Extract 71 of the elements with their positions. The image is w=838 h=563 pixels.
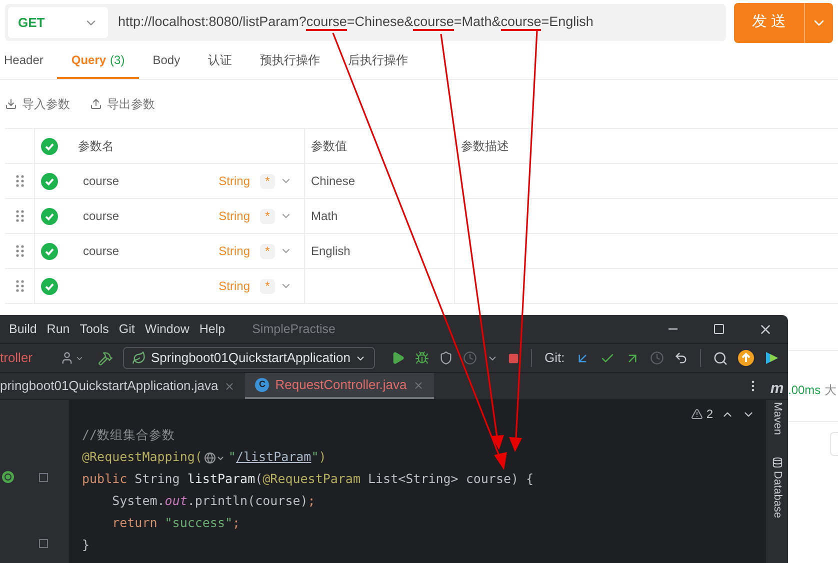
param-value[interactable]: Chinese: [311, 172, 356, 190]
bug-icon[interactable]: [415, 351, 430, 365]
shield-icon[interactable]: [439, 351, 454, 365]
fold-icon[interactable]: [39, 539, 48, 548]
database-icon[interactable]: [772, 457, 782, 468]
warning-count[interactable]: 2: [706, 405, 713, 423]
menu-item[interactable]: Run: [42, 320, 75, 338]
drag-handle-icon[interactable]: [16, 280, 24, 292]
drag-handle-icon[interactable]: [16, 175, 24, 187]
search-icon[interactable]: [712, 350, 728, 366]
hammer-icon[interactable]: [98, 350, 113, 366]
leaf-icon: [132, 351, 146, 365]
column-header: 参数名: [78, 138, 114, 155]
bean-gutter-icon[interactable]: [2, 471, 14, 483]
enabled-checkbox[interactable]: [41, 138, 58, 154]
column-header: 参数描述: [461, 138, 509, 155]
response-time: .00ms: [788, 382, 821, 399]
enabled-checkbox[interactable]: [41, 172, 58, 190]
code-line: System.out.println(course);: [111, 492, 316, 510]
param-value[interactable]: English: [311, 242, 350, 260]
undo-icon[interactable]: [674, 351, 688, 365]
drag-handle-icon[interactable]: [16, 210, 24, 222]
code-line: @RequestMapping( "/listParam"): [82, 448, 326, 466]
git-label: Git:: [544, 349, 565, 368]
tool-window-tab[interactable]: Maven: [768, 402, 786, 436]
code-line: public String listParam(@RequestParam List<String> course) {: [82, 470, 534, 488]
menu-item[interactable]: Git: [114, 320, 140, 338]
code-line: //数组集合参数: [82, 426, 176, 444]
response-size-label: 大: [824, 382, 837, 399]
request-tab[interactable]: Body: [138, 42, 194, 79]
url-input[interactable]: http://localhost:8080/listParam?course=Chinese&course=Math&course=English: [118, 12, 594, 33]
code-line: }: [82, 536, 90, 554]
panel-field[interactable]: [830, 432, 838, 456]
run-icon[interactable]: [391, 351, 406, 365]
fold-icon[interactable]: [39, 473, 48, 482]
code-line: return "success";: [111, 514, 240, 532]
menu-item[interactable]: Window: [140, 320, 194, 338]
file-tab[interactable]: pringboot01QuickstartApplication.java: [0, 373, 246, 399]
breadcrumb[interactable]: troller: [0, 348, 50, 368]
enabled-checkbox[interactable]: [41, 278, 58, 294]
column-header: 参数值: [311, 138, 347, 155]
update-icon[interactable]: [738, 350, 754, 366]
drag-handle-icon[interactable]: [16, 245, 24, 257]
param-value[interactable]: Math: [311, 207, 338, 225]
param-name[interactable]: course: [83, 244, 120, 258]
stop-icon[interactable]: [508, 352, 520, 364]
import-params-button[interactable]: 导入参数: [5, 95, 70, 113]
globe-dropdown-icon[interactable]: [204, 452, 226, 464]
request-tab[interactable]: 预执行操作: [246, 42, 334, 79]
file-tab[interactable]: C RequestController.java: [245, 373, 434, 399]
warning-icon[interactable]: [691, 408, 704, 420]
param-name[interactable]: course: [83, 209, 120, 223]
upload-icon[interactable]: [90, 98, 102, 110]
enabled-checkbox[interactable]: [41, 208, 58, 224]
request-tab[interactable]: 认证: [194, 42, 246, 79]
run-config-select[interactable]: Springboot01QuickstartApplication: [123, 347, 376, 369]
param-name[interactable]: course: [83, 174, 120, 188]
class-badge: C: [255, 378, 270, 392]
menu-item[interactable]: Tools: [74, 320, 114, 338]
request-tab[interactable]: 后执行操作: [334, 42, 422, 79]
users-icon[interactable]: [60, 351, 74, 365]
menu-item[interactable]: Help: [194, 320, 230, 338]
request-tab[interactable]: Header: [0, 42, 58, 79]
maven-logo[interactable]: m: [770, 378, 784, 400]
plugin-logo-icon[interactable]: [764, 350, 780, 366]
project-title: SimplePractise: [252, 320, 336, 338]
download-icon[interactable]: [5, 98, 17, 110]
tool-window-tab[interactable]: Database: [768, 471, 786, 518]
menu-item[interactable]: Build: [0, 320, 42, 338]
export-params-button[interactable]: 导出参数: [90, 95, 155, 113]
enabled-checkbox[interactable]: [41, 242, 58, 260]
